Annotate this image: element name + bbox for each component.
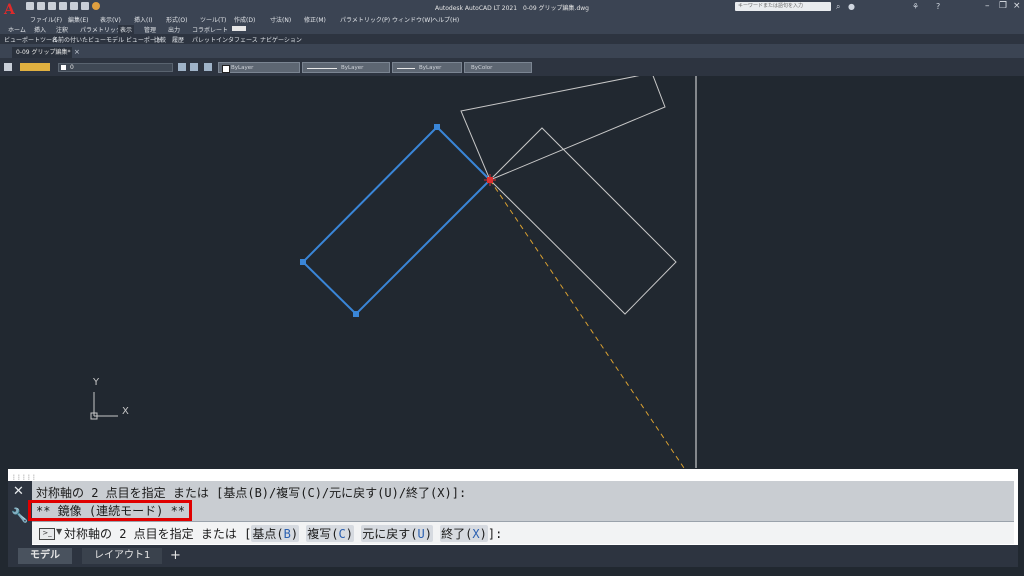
tab-parametric[interactable]: パラメトリック	[78, 25, 124, 34]
ribbon-tabs: ホーム 挿入 注釈 パラメトリック 表示 管理 出力 コラボレート	[0, 24, 1024, 34]
panel-viewport-tools[interactable]: ビューポートツール	[4, 35, 58, 44]
menu-help[interactable]: ヘルプ(H)	[432, 15, 459, 24]
history-line-1: 対称軸の 2 点目を指定 または [基点(B)/複写(C)/元に戻す(U)/終了…	[36, 486, 467, 500]
option-copy[interactable]: 複写(C)	[306, 525, 354, 542]
layout-tabs: モデル レイアウト1 +	[8, 545, 1018, 567]
panel-palettes[interactable]: パレット	[192, 35, 216, 44]
mirror-preview-rectangle	[460, 76, 666, 181]
selected-rectangle[interactable]	[301, 125, 492, 316]
tab-manage[interactable]: 管理	[142, 25, 158, 34]
command-prompt-text: 対称軸の 2 点目を指定 または [基点(B) 複写(C) 元に戻す(U) 終了…	[64, 525, 502, 542]
layer-dropdown[interactable]: 0	[58, 63, 173, 72]
menu-draw[interactable]: 作成(D)	[234, 15, 255, 24]
panel-compare[interactable]: 比較	[154, 35, 166, 44]
panel-history[interactable]: 履歴	[172, 35, 184, 44]
match-properties-icon[interactable]	[204, 63, 212, 71]
close-tab-icon[interactable]: ×	[74, 48, 80, 56]
option-basepoint[interactable]: 基点(B)	[251, 525, 300, 542]
lineweight-dropdown[interactable]: ByLayer	[392, 62, 462, 73]
menu-modify[interactable]: 修正(M)	[304, 15, 326, 24]
ucs-y-label: Y	[93, 377, 100, 388]
user-icon[interactable]: ●	[848, 2, 855, 11]
menu-file[interactable]: ファイル(F)	[30, 15, 62, 24]
previous-layer-icon[interactable]	[190, 63, 198, 71]
layer-name: 0	[70, 64, 74, 71]
help-icon[interactable]: ?	[936, 2, 940, 11]
prompt-prefix: 対称軸の 2 点目を指定 または [	[64, 527, 252, 541]
tab-insert[interactable]: 挿入	[32, 25, 48, 34]
drag-handle-icon[interactable]: ⋮⋮⋮⋮⋮	[11, 474, 37, 482]
add-layout-icon[interactable]: +	[158, 548, 193, 564]
panel-named-views[interactable]: 名前の付いたビュー	[52, 35, 106, 44]
search-icon[interactable]: ⌕	[836, 2, 840, 11]
option-undo[interactable]: 元に戻す(U)	[361, 525, 433, 542]
command-prompt-icon[interactable]: >_	[39, 528, 55, 540]
properties-toolbar: 0 ByLayer ByLayer ByLayer ByColor	[0, 58, 1024, 76]
title-bar: A Autodesk AutoCAD LT 2021 0-09 グリップ編集.d…	[0, 0, 1024, 18]
share-icon[interactable]: ⚘	[912, 2, 919, 11]
search-input[interactable]: キーワードまたは語句を入力	[735, 2, 831, 11]
file-tabs: 0-09 グリップ編集* ×	[0, 44, 1024, 58]
match-layer-icon[interactable]	[178, 63, 186, 71]
tab-annotate[interactable]: 注釈	[54, 25, 70, 34]
lineweight-value: ByLayer	[419, 65, 442, 71]
layer-state-icon[interactable]	[20, 63, 50, 71]
linetype-sample-icon	[307, 68, 337, 69]
close-icon[interactable]: ✕	[13, 484, 24, 499]
menu-insert[interactable]: 挿入(I)	[134, 15, 152, 24]
menu-bar: ファイル(F) 編集(E) 表示(V) 挿入(I) 形式(O) ツール(T) 作…	[0, 14, 1024, 24]
tab-collaborate[interactable]: コラボレート	[190, 25, 230, 34]
prompt-suffix: ]:	[487, 527, 503, 541]
panel-navigation[interactable]: ナビゲーション	[260, 35, 302, 44]
drawing-canvas[interactable]	[0, 76, 1024, 468]
window-title: Autodesk AutoCAD LT 2021 0-09 グリップ編集.dwg	[434, 5, 589, 12]
close-icon[interactable]: ×	[1013, 1, 1021, 11]
menu-window[interactable]: ウィンドウ(W)	[392, 15, 433, 24]
layer-color-icon	[61, 65, 66, 70]
grip-bottom[interactable]	[353, 311, 359, 317]
linetype-dropdown[interactable]: ByLayer	[302, 62, 390, 73]
mirror-axis-line	[489, 179, 685, 468]
tab-model[interactable]: モデル	[18, 548, 72, 564]
file-tab-active[interactable]: 0-09 グリップ編集*	[12, 47, 72, 58]
option-exit[interactable]: 終了(X)	[440, 525, 488, 542]
plotstyle-dropdown[interactable]: ByColor	[464, 62, 532, 73]
linetype-value: ByLayer	[341, 65, 364, 71]
menu-view[interactable]: 表示(V)	[100, 15, 121, 24]
ucs-x-label: X	[122, 406, 129, 417]
ribbon-panels: ビューポートツール 名前の付いたビュー モデル ビューポート 比較 履歴 パレッ…	[0, 34, 1024, 44]
color-value: ByLayer	[231, 65, 254, 71]
layer-properties-icon[interactable]	[4, 63, 12, 71]
ucs-icon	[90, 392, 118, 420]
recent-commands-arrow-icon[interactable]: ▼	[56, 527, 62, 536]
customize-wrench-icon[interactable]: 🔧	[11, 508, 28, 524]
highlight-box	[28, 500, 192, 521]
minimize-icon[interactable]: –	[985, 1, 990, 11]
tab-output[interactable]: 出力	[166, 25, 182, 34]
menu-format[interactable]: 形式(O)	[166, 15, 187, 24]
tab-layout1[interactable]: レイアウト1	[82, 548, 163, 564]
grip-top[interactable]	[434, 124, 440, 130]
menu-tools[interactable]: ツール(T)	[200, 15, 226, 24]
grip-left[interactable]	[300, 259, 306, 265]
tab-home[interactable]: ホーム	[6, 25, 28, 34]
menu-parametric[interactable]: パラメトリック(P)	[340, 15, 390, 24]
panel-interface[interactable]: インタフェース	[216, 35, 258, 44]
color-swatch-icon	[222, 65, 230, 73]
restore-icon[interactable]: ❐	[999, 1, 1007, 11]
menu-dimension[interactable]: 寸法(N)	[270, 15, 291, 24]
lineweight-sample-icon	[397, 68, 415, 69]
plotstyle-value: ByColor	[471, 65, 493, 71]
tab-view[interactable]: 表示	[118, 25, 135, 34]
command-input[interactable]: >_ ▼ 対称軸の 2 点目を指定 または [基点(B) 複写(C) 元に戻す(…	[32, 521, 1014, 544]
ribbon-toggle-icon[interactable]	[232, 26, 246, 31]
menu-edit[interactable]: 編集(E)	[68, 15, 88, 24]
color-dropdown[interactable]: ByLayer	[218, 62, 300, 73]
